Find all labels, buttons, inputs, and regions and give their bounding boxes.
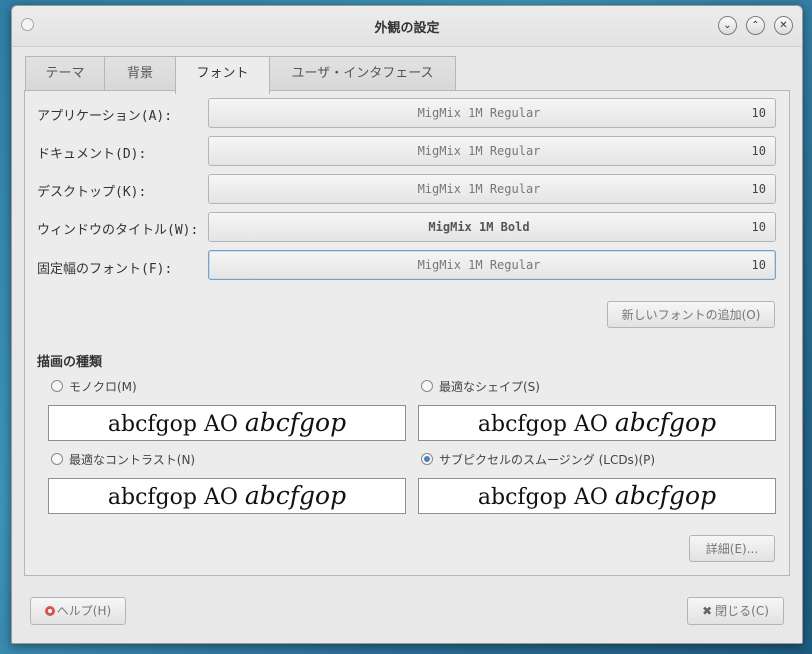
radio-label: モノクロ(M) — [69, 380, 137, 394]
monospace-font-button[interactable]: MigMix 1M Regular 10 — [208, 250, 776, 280]
radio-best-shape[interactable]: 最適なシェイプ(S) — [421, 378, 540, 395]
radio-label: サブピクセルのスムージング (LCDs)(P) — [439, 453, 656, 467]
sample-italic-text: abcfgop — [614, 481, 717, 510]
font-label-document: ドキュメント(D): — [37, 147, 147, 162]
title-bar[interactable]: 外観の設定 ⌄ ⌃ ✕ — [12, 6, 802, 47]
radio-subpixel[interactable]: サブピクセルのスムージング (LCDs)(P) — [421, 451, 655, 468]
add-font-button[interactable]: 新しいフォントの追加(O) — [607, 301, 775, 328]
tab-user-interface[interactable]: ユーザ・インタフェース — [269, 56, 456, 92]
tab-theme[interactable]: テーマ — [25, 56, 105, 92]
font-label-monospace: 固定幅のフォント(F): — [37, 262, 173, 277]
radio-label: 最適なコントラスト(N) — [69, 453, 196, 467]
sample-monochrome[interactable]: abcfgop AO abcfgop — [48, 405, 406, 441]
font-name: MigMix 1M Regular — [417, 106, 541, 120]
help-lifebuoy-icon — [44, 606, 55, 616]
appearance-settings-window: 外観の設定 ⌄ ⌃ ✕ テーマ 背景 フォント ユーザ・インタフェース アプリケ… — [11, 5, 803, 644]
document-font-button[interactable]: MigMix 1M Regular 10 — [208, 136, 776, 166]
sample-regular-text: abcfgop AO — [477, 412, 608, 437]
tab-fonts[interactable]: フォント — [175, 56, 270, 94]
sample-italic-text: abcfgop — [614, 408, 717, 437]
radio-label: 最適なシェイプ(S) — [439, 380, 540, 394]
close-x-icon: ✖ — [702, 604, 713, 618]
radio-button[interactable] — [421, 380, 433, 392]
close-window-icon[interactable]: ✕ — [774, 16, 793, 35]
font-size: 10 — [751, 144, 766, 158]
sample-regular-text: abcfgop AO — [107, 485, 238, 510]
radio-best-contrast[interactable]: 最適なコントラスト(N) — [51, 451, 195, 468]
window-title: 外観の設定 — [374, 21, 440, 36]
font-size: 10 — [751, 106, 766, 120]
help-label: ヘルプ(H) — [56, 604, 112, 618]
application-font-button[interactable]: MigMix 1M Regular 10 — [208, 98, 776, 128]
sample-regular-text: abcfgop AO — [107, 412, 238, 437]
rendering-section-title: 描画の種類 — [37, 355, 103, 370]
radio-monochrome[interactable]: モノクロ(M) — [51, 378, 137, 395]
font-name: MigMix 1M Regular — [417, 258, 541, 272]
radio-button[interactable] — [51, 453, 63, 465]
maximize-icon[interactable]: ⌃ — [746, 16, 765, 35]
sample-best-shape[interactable]: abcfgop AO abcfgop — [418, 405, 776, 441]
font-label-window-title: ウィンドウのタイトル(W): — [37, 223, 199, 238]
desktop-font-button[interactable]: MigMix 1M Regular 10 — [208, 174, 776, 204]
font-size: 10 — [751, 258, 766, 272]
radio-button[interactable] — [51, 380, 63, 392]
sample-regular-text: abcfgop AO — [477, 485, 608, 510]
minimize-icon[interactable]: ⌄ — [718, 16, 737, 35]
sample-subpixel[interactable]: abcfgop AO abcfgop — [418, 478, 776, 514]
font-name: MigMix 1M Regular — [417, 144, 541, 158]
help-button[interactable]: ヘルプ(H) — [30, 597, 126, 625]
font-size: 10 — [751, 220, 766, 234]
sample-italic-text: abcfgop — [244, 408, 347, 437]
font-name: MigMix 1M Regular — [417, 182, 541, 196]
sample-italic-text: abcfgop — [244, 481, 347, 510]
tab-background[interactable]: 背景 — [104, 56, 176, 92]
window-title-font-button[interactable]: MigMix 1M Bold 10 — [208, 212, 776, 242]
sample-best-contrast[interactable]: abcfgop AO abcfgop — [48, 478, 406, 514]
font-size: 10 — [751, 182, 766, 196]
details-button[interactable]: 詳細(E)... — [689, 535, 775, 562]
radio-button[interactable] — [421, 453, 433, 465]
font-label-desktop: デスクトップ(K): — [37, 185, 147, 200]
close-label: 閉じる(C) — [715, 604, 769, 618]
close-button[interactable]: ✖ 閉じる(C) — [687, 597, 784, 625]
font-name: MigMix 1M Bold — [428, 220, 530, 234]
font-label-application: アプリケーション(A): — [37, 109, 173, 124]
